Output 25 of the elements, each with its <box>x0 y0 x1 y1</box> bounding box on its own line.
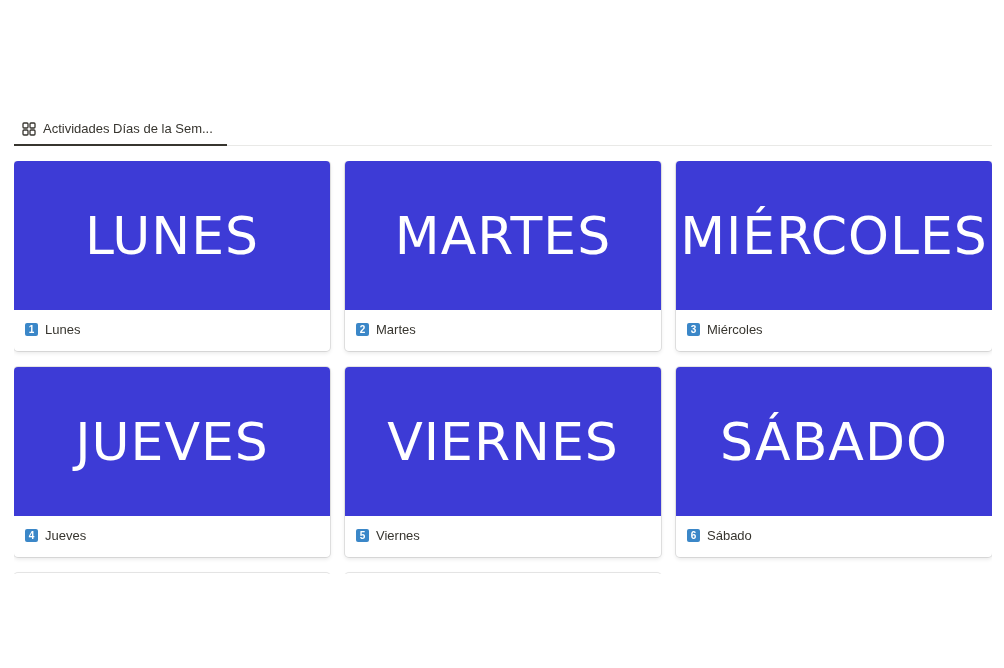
gallery-icon <box>22 121 36 136</box>
cover-title: MIÉRCOLES <box>680 205 988 266</box>
gallery-card[interactable]: SÁBADO 6 Sábado <box>676 367 992 557</box>
cover-title: MARTES <box>394 205 612 266</box>
card-title: Jueves <box>45 528 87 543</box>
card-title: Martes <box>376 322 416 337</box>
card-title: Viernes <box>376 528 420 543</box>
gallery-card[interactable]: LUNES 1 Lunes <box>14 161 330 351</box>
gallery-card[interactable]: MIÉRCOLES 3 Miércoles <box>676 161 992 351</box>
cover-title: LUNES <box>84 205 260 266</box>
card-title: Miércoles <box>707 322 763 337</box>
number-badge: 6 <box>687 529 700 542</box>
number-badge: 1 <box>25 323 38 336</box>
number-badge: 3 <box>687 323 700 336</box>
view-tab[interactable]: Actividades Días de la Sem... <box>14 117 227 146</box>
number-badge: 2 <box>356 323 369 336</box>
gallery-card[interactable]: JUEVES 4 Jueves <box>14 367 330 557</box>
card-title: Lunes <box>45 322 81 337</box>
card-title: Sábado <box>707 528 752 543</box>
gallery-card[interactable]: MARTES 2 Martes <box>345 161 661 351</box>
cover-title: SÁBADO <box>720 411 948 472</box>
gallery-card[interactable]: VIERNES 5 Viernes <box>345 367 661 557</box>
number-badge: 5 <box>356 529 369 542</box>
cover-title: VIERNES <box>387 411 619 472</box>
number-badge: 4 <box>25 529 38 542</box>
